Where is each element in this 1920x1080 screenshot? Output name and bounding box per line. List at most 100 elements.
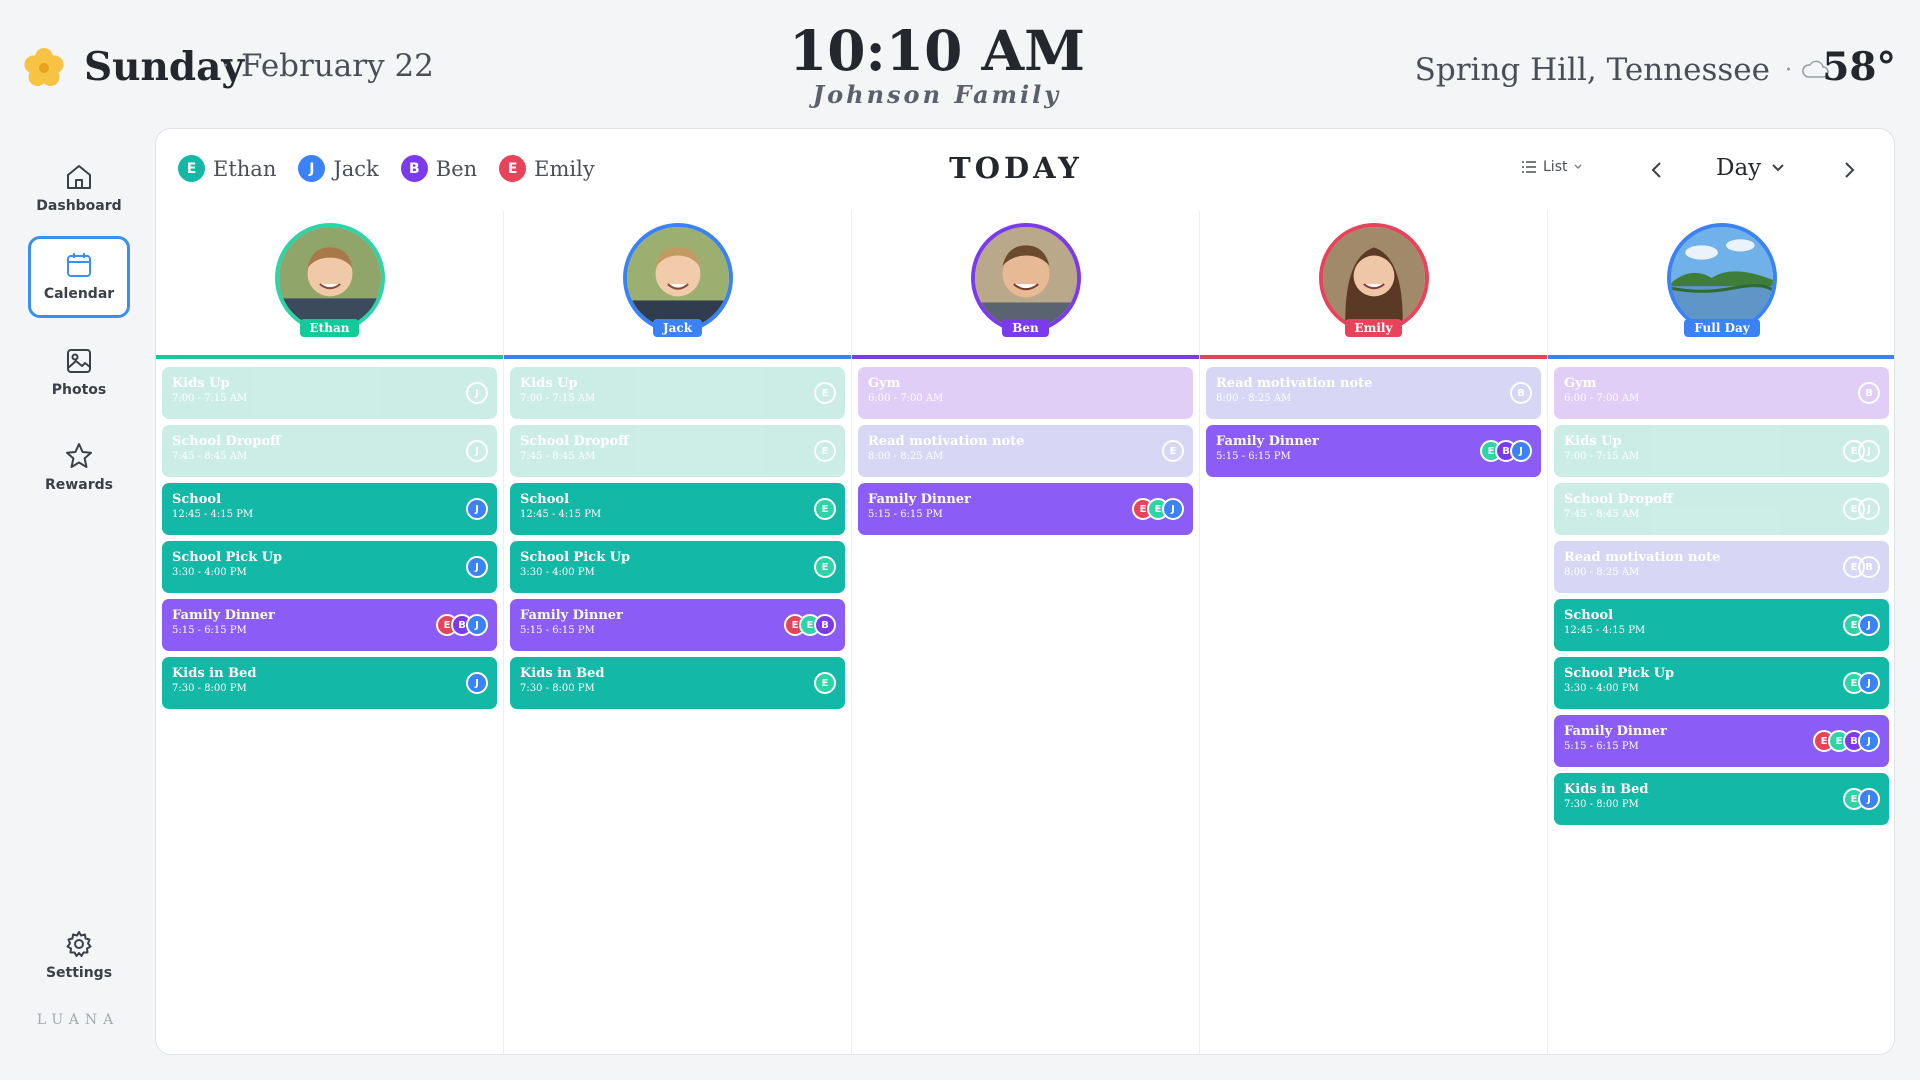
event-card[interactable]: Family Dinner 5:15 - 6:15 PM B E E <box>510 599 845 651</box>
event-list: Kids Up 7:00 - 7:15 AM E School Dropoff 7:45… <box>510 367 845 715</box>
attendee-avatar: E <box>814 498 836 520</box>
column-header: Full Day <box>1548 211 1894 359</box>
event-card[interactable]: Family Dinner 5:15 - 6:15 PM J B E <box>162 599 497 651</box>
location: Spring Hill, Tennessee <box>1414 52 1770 88</box>
gear-icon <box>66 931 92 957</box>
attendee-avatar: J <box>466 498 488 520</box>
nav-dashboard-label: Dashboard <box>36 198 122 214</box>
column-ben: Ben Gym 6:00 - 7:00 AM Read motivation not… <box>852 211 1200 1054</box>
column-name: Emily <box>1344 319 1403 337</box>
event-time: 6:00 - 7:00 AM <box>1564 393 1640 404</box>
calendar-toolbar: E Ethan J Jack B Ben E Emily TODAY List <box>156 129 1894 211</box>
nav-dashboard[interactable]: Dashboard <box>28 148 130 230</box>
event-card[interactable]: Read motivation note 8:00 - 8:25 AM B E <box>1554 541 1889 593</box>
event-title: Read motivation note <box>1564 550 1721 565</box>
avatar-photo <box>1323 227 1425 329</box>
attendee-avatar: J <box>1858 440 1880 462</box>
event-card[interactable]: School Dropoff 7:45 - 8:45 AM J E <box>1554 483 1889 535</box>
top-header: Sunday · February 22 10:10 AM Johnson Fa… <box>0 0 1920 128</box>
event-title: Kids in Bed <box>520 666 605 681</box>
list-icon <box>1522 161 1536 173</box>
event-title: Kids Up <box>172 376 230 391</box>
event-time: 7:00 - 7:15 AM <box>1564 451 1640 462</box>
event-card[interactable]: Kids Up 7:00 - 7:15 AM J E <box>1554 425 1889 477</box>
event-card[interactable]: Kids Up 7:00 - 7:15 AM E <box>510 367 845 419</box>
event-card[interactable]: Gym 6:00 - 7:00 AM B <box>1554 367 1889 419</box>
event-title: Gym <box>1564 376 1597 391</box>
event-card[interactable]: Kids Up 7:00 - 7:15 AM J <box>162 367 497 419</box>
event-attendees: B <box>1510 382 1532 404</box>
event-time: 3:30 - 4:00 PM <box>520 567 595 578</box>
event-card[interactable]: School Dropoff 7:45 - 8:45 AM J <box>162 425 497 477</box>
event-card[interactable]: School Pick Up 3:30 - 4:00 PM J E <box>1554 657 1889 709</box>
event-title: Kids Up <box>1564 434 1622 449</box>
column-header: Jack <box>504 211 851 359</box>
chevron-left-icon[interactable] <box>1644 157 1670 183</box>
event-card[interactable]: Family Dinner 5:15 - 6:15 PM J B E E <box>1554 715 1889 767</box>
event-card[interactable]: School 12:45 - 4:15 PM E <box>510 483 845 535</box>
view-mode-label: List <box>1543 159 1568 175</box>
event-list: Read motivation note 8:00 - 8:25 AM B Famil… <box>1206 367 1541 483</box>
chevron-right-icon[interactable] <box>1836 157 1862 183</box>
attendee-avatar: J <box>1858 498 1880 520</box>
event-attendees: J <box>466 382 488 404</box>
view-mode-dropdown[interactable]: List <box>1521 159 1583 175</box>
event-time: 7:30 - 8:00 PM <box>1564 799 1639 810</box>
event-card[interactable]: School 12:45 - 4:15 PM J <box>162 483 497 535</box>
column-name: Ethan <box>299 319 360 337</box>
column-divider <box>852 355 1199 359</box>
nav-photos[interactable]: Photos <box>28 332 130 414</box>
column-divider <box>504 355 851 359</box>
attendee-avatar: J <box>1510 440 1532 462</box>
attendee-avatar: E <box>1162 440 1184 462</box>
column-header: Ethan <box>156 211 503 359</box>
event-list: Gym 6:00 - 7:00 AM B Kids Up 7:00 - 7:15 AM J… <box>1554 367 1889 831</box>
attendee-avatar: J <box>466 672 488 694</box>
event-title: School Pick Up <box>1564 666 1675 681</box>
event-card[interactable]: School Pick Up 3:30 - 4:00 PM J <box>162 541 497 593</box>
calendar-panel: E Ethan J Jack B Ben E Emily TODAY List <box>155 128 1895 1055</box>
event-title: School <box>172 492 222 507</box>
column-header: Emily <box>1200 211 1547 359</box>
column-divider <box>1548 355 1894 359</box>
chevron-down-icon <box>1772 164 1784 172</box>
landscape-photo <box>1671 227 1773 329</box>
event-time: 7:45 - 8:45 AM <box>1564 509 1640 520</box>
event-attendees: JE <box>1843 672 1880 694</box>
nav-calendar[interactable]: Calendar <box>28 236 130 318</box>
event-time: 3:30 - 4:00 PM <box>172 567 247 578</box>
nav-rewards[interactable]: Rewards <box>28 427 130 509</box>
period-dropdown[interactable]: Day <box>1716 155 1785 181</box>
event-card[interactable]: School Dropoff 7:45 - 8:45 AM E <box>510 425 845 477</box>
event-time: 6:00 - 7:00 AM <box>868 393 944 404</box>
event-card[interactable]: Kids in Bed 7:30 - 8:00 PM J E <box>1554 773 1889 825</box>
attendee-avatar: B <box>1858 556 1880 578</box>
event-attendees: E <box>814 440 836 462</box>
column-divider <box>156 355 503 359</box>
attendee-avatar: J <box>466 440 488 462</box>
attendee-avatar: J <box>1858 788 1880 810</box>
event-card[interactable]: School 12:45 - 4:15 PM J E <box>1554 599 1889 651</box>
event-card[interactable]: Read motivation note 8:00 - 8:25 AM B <box>1206 367 1541 419</box>
event-card[interactable]: Read motivation note 8:00 - 8:25 AM E <box>858 425 1193 477</box>
view-title: TODAY <box>949 151 1083 185</box>
member-columns: Ethan Kids Up 7:00 - 7:15 AM J School Dropo… <box>156 211 1894 1054</box>
nav-settings[interactable]: Settings <box>28 915 130 997</box>
column-jack: Jack Kids Up 7:00 - 7:15 AM E School Dropof… <box>504 211 852 1054</box>
event-time: 3:30 - 4:00 PM <box>1564 683 1639 694</box>
event-time: 12:45 - 4:15 PM <box>520 509 602 520</box>
event-title: School <box>1564 608 1614 623</box>
event-card[interactable]: Kids in Bed 7:30 - 8:00 PM J <box>162 657 497 709</box>
event-time: 7:00 - 7:15 AM <box>172 393 248 404</box>
event-time: 8:00 - 8:25 AM <box>1564 567 1640 578</box>
event-attendees: BE <box>1843 556 1880 578</box>
event-card[interactable]: Gym 6:00 - 7:00 AM <box>858 367 1193 419</box>
event-card[interactable]: Kids in Bed 7:30 - 8:00 PM E <box>510 657 845 709</box>
event-card[interactable]: Family Dinner 5:15 - 6:15 PM J B E <box>1206 425 1541 477</box>
event-card[interactable]: School Pick Up 3:30 - 4:00 PM E <box>510 541 845 593</box>
attendee-avatar: B <box>1858 382 1880 404</box>
event-title: Kids in Bed <box>1564 782 1649 797</box>
event-card[interactable]: Family Dinner 5:15 - 6:15 PM J E E <box>858 483 1193 535</box>
event-time: 12:45 - 4:15 PM <box>1564 625 1646 636</box>
calendar-icon <box>67 253 91 277</box>
